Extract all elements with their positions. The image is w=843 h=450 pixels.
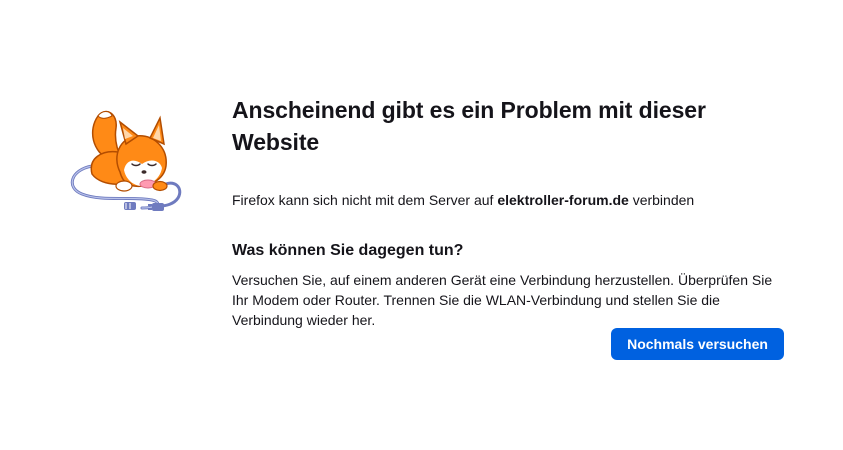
retry-button[interactable]: Nochmals versuchen	[611, 328, 784, 360]
advice-heading: Was können Sie dagegen tun?	[232, 242, 464, 259]
button-row: Nochmals versuchen	[611, 328, 784, 360]
error-content: Anscheinend gibt es ein Problem mit dies…	[232, 94, 784, 330]
fox-unplugged-illustration-icon	[62, 108, 192, 218]
error-title: Anscheinend gibt es ein Problem mit dies…	[232, 97, 706, 155]
error-description: Firefox kann sich nicht mit dem Server a…	[232, 190, 784, 210]
advice-text: Versuchen Sie, auf einem anderen Gerät e…	[232, 272, 773, 328]
description-suffix: verbinden	[628, 192, 695, 208]
host-name: elektroller-forum.de	[497, 192, 629, 208]
description-prefix: Firefox kann sich nicht mit dem Server a…	[232, 192, 498, 208]
